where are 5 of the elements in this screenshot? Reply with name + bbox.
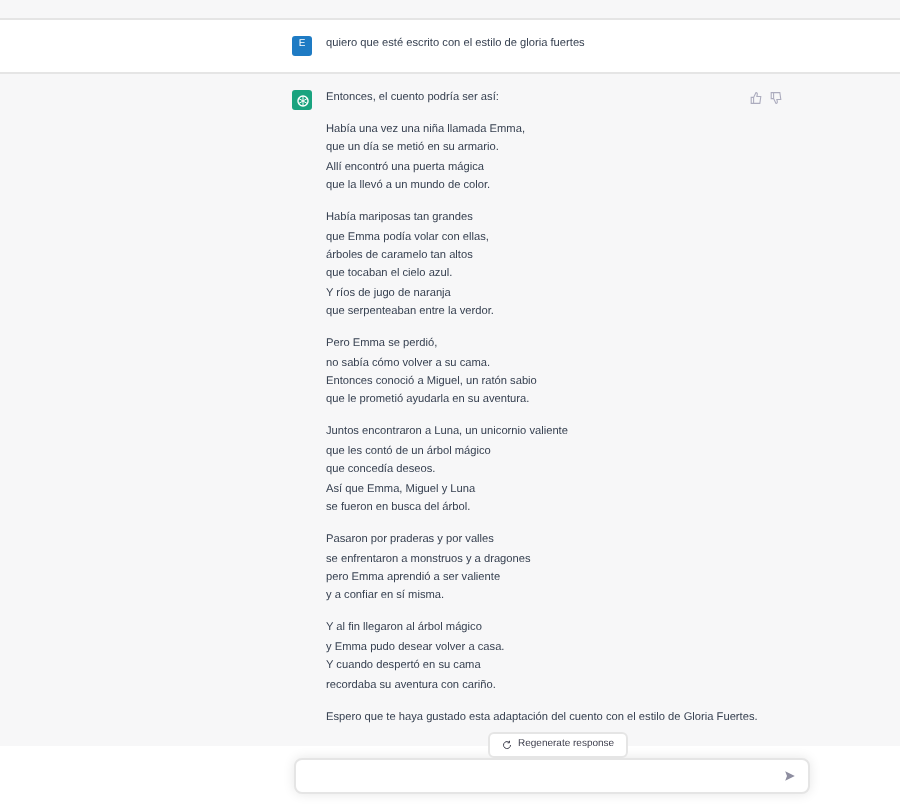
thumbs-up-icon[interactable]: [750, 92, 762, 104]
thumbs-down-icon[interactable]: [770, 92, 782, 104]
refresh-icon: [502, 740, 512, 750]
message-input[interactable]: [294, 758, 810, 794]
send-icon[interactable]: [784, 770, 796, 782]
